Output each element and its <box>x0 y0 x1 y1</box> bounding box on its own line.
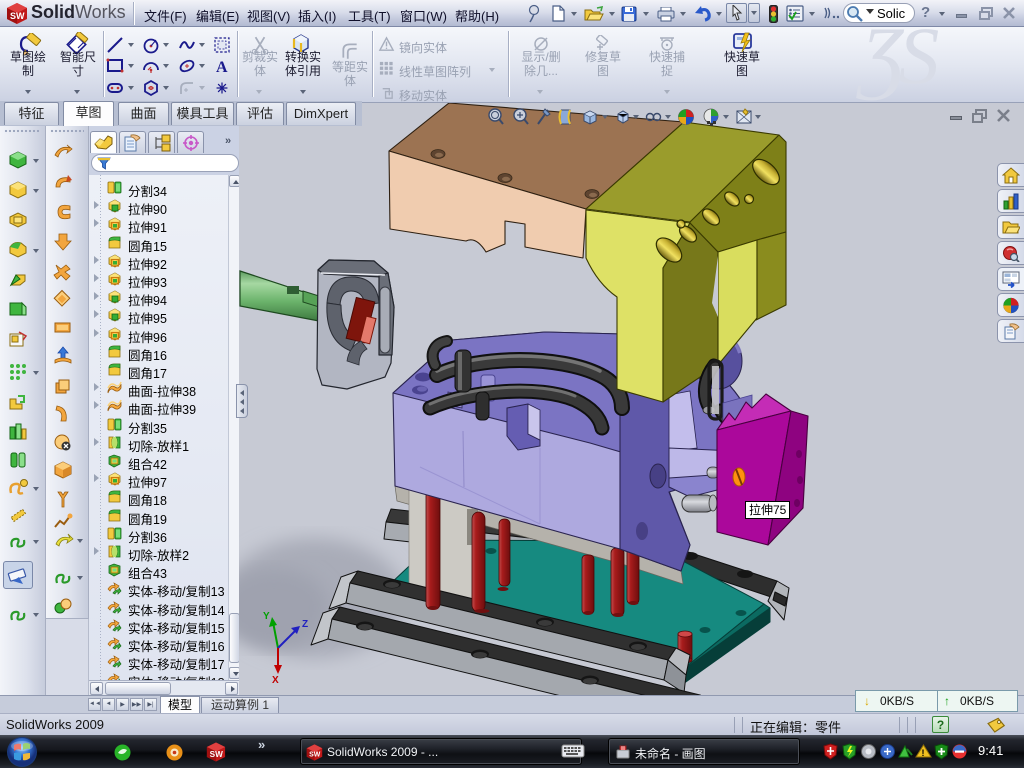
svg-text:SW: SW <box>309 752 321 759</box>
svg-text:A: A <box>216 59 228 75</box>
svg-text:!: ! <box>922 748 925 758</box>
svg-text:Y: Y <box>263 611 270 622</box>
svg-text:X: X <box>272 675 279 686</box>
svg-text:SW: SW <box>210 750 223 759</box>
svg-text:SW: SW <box>10 11 25 21</box>
svg-text:Z: Z <box>302 619 308 630</box>
